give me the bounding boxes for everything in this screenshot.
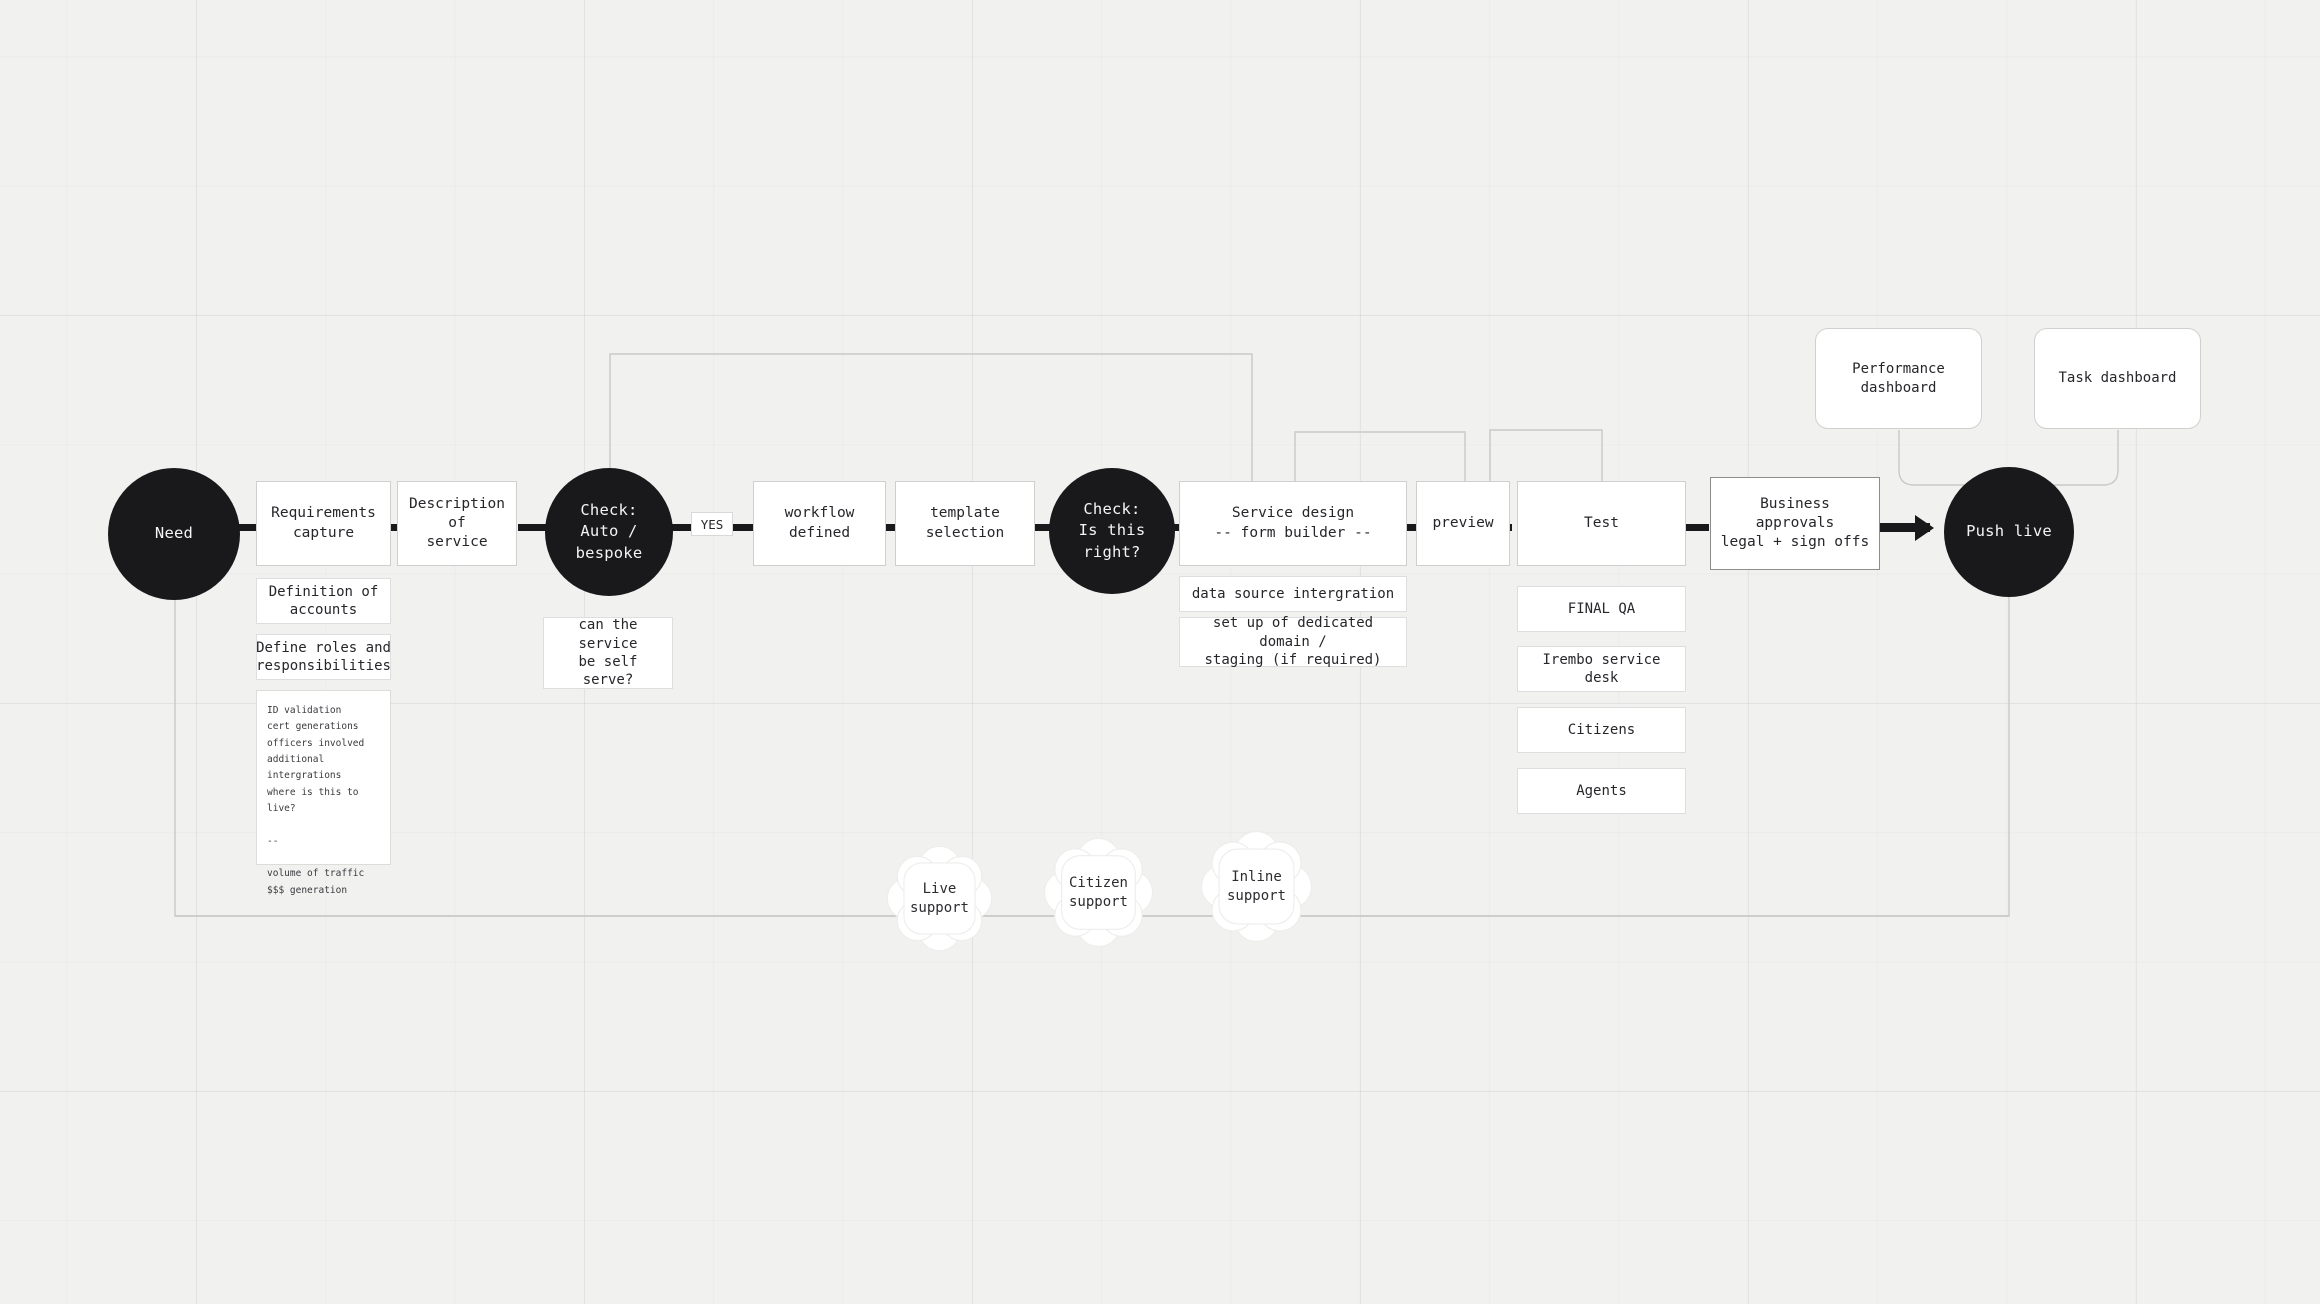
node-agents-label: Agents [1576,782,1627,799]
node-data-source-intergration[interactable]: data source intergration [1179,576,1407,612]
node-irembo-service-desk-label: Irembo service desk [1542,651,1661,686]
node-template-selection[interactable]: template selection [895,481,1035,566]
wire-feedback-top [609,353,1253,500]
node-preview-label: preview [1432,514,1494,531]
node-irembo-service-desk[interactable]: Irembo service desk [1517,646,1686,692]
node-service-design-label: Service design -- form builder -- [1214,505,1372,541]
node-citizen-support[interactable]: Citizen support [1041,835,1156,950]
whiteboard-canvas[interactable]: Need Check: Auto / bespoke Check: Is thi… [0,0,2320,1304]
node-definition-of-accounts-label: Definition of accounts [268,583,379,618]
node-requirements-note[interactable]: ID validation cert generations officers … [256,690,391,896]
node-business-approvals[interactable]: Business approvals legal + sign offs [1710,477,1880,570]
node-description-of-service-label: Description of service [408,495,506,551]
node-requirements-note-text: ID validation cert generations officers … [267,705,365,896]
node-test[interactable]: Test [1517,481,1686,566]
node-task-dashboard-label: Task dashboard [2058,370,2177,387]
node-workflow-defined-label: workflow defined [784,505,855,541]
node-push-live-label: Push live [1966,522,2052,541]
node-define-roles-responsibilities[interactable]: Define roles and responsibilities [256,634,391,680]
node-need[interactable]: Need [108,468,240,600]
node-business-approvals-label: Business approvals legal + sign offs [1720,495,1870,551]
node-requirements-capture[interactable]: Requirements capture [256,481,391,566]
node-preview[interactable]: preview [1416,481,1510,566]
node-self-serve-question[interactable]: can the service be self serve? [543,617,673,689]
node-test-label: Test [1584,514,1619,531]
node-live-support-label: Live support [909,880,969,916]
arrowhead-pushlive [1915,515,1934,541]
node-check-auto-bespoke[interactable]: Check: Auto / bespoke [545,468,673,596]
node-performance-dashboard[interactable]: Performance dashboard [1815,328,1982,429]
node-data-source-intergration-label: data source intergration [1191,585,1395,602]
node-dedicated-domain-staging-label: set up of dedicated domain / staging (if… [1204,615,1382,669]
node-description-of-service[interactable]: Description of service [397,481,517,566]
node-task-dashboard[interactable]: Task dashboard [2034,328,2201,429]
node-template-selection-label: template selection [925,505,1005,541]
link-yes-to-workflow [731,524,755,531]
node-performance-dashboard-label: Performance dashboard [1852,361,1945,396]
node-citizens[interactable]: Citizens [1517,707,1686,753]
node-inline-support-label: Inline support [1226,868,1286,904]
node-live-support[interactable]: Live support [884,843,995,954]
node-service-design[interactable]: Service design -- form builder -- [1179,481,1407,566]
node-agents[interactable]: Agents [1517,768,1686,814]
node-check-right-label: Check: Is this right? [1078,499,1146,561]
node-requirements-capture-label: Requirements capture [271,505,376,541]
node-definition-of-accounts[interactable]: Definition of accounts [256,578,391,624]
node-citizen-support-label: Citizen support [1068,874,1128,910]
node-final-qa[interactable]: FINAL QA [1517,586,1686,632]
edge-label-yes-text: YES [700,516,724,532]
node-need-label: Need [154,524,194,543]
edge-label-yes[interactable]: YES [691,512,733,536]
node-push-live[interactable]: Push live [1944,467,2074,597]
node-final-qa-label: FINAL QA [1567,600,1636,617]
link-description-to-checkauto [518,524,546,531]
node-check-auto-label: Check: Auto / bespoke [575,500,643,562]
node-self-serve-question-label: can the service be self serve? [578,617,638,689]
link-checkauto-to-yes [670,524,692,531]
node-check-is-this-right[interactable]: Check: Is this right? [1049,468,1175,594]
node-dedicated-domain-staging[interactable]: set up of dedicated domain / staging (if… [1179,615,1407,669]
node-inline-support[interactable]: Inline support [1198,828,1315,945]
node-citizens-label: Citizens [1567,721,1636,738]
node-workflow-defined[interactable]: workflow defined [753,481,886,566]
node-define-roles-label: Define roles and responsibilities [256,639,391,674]
